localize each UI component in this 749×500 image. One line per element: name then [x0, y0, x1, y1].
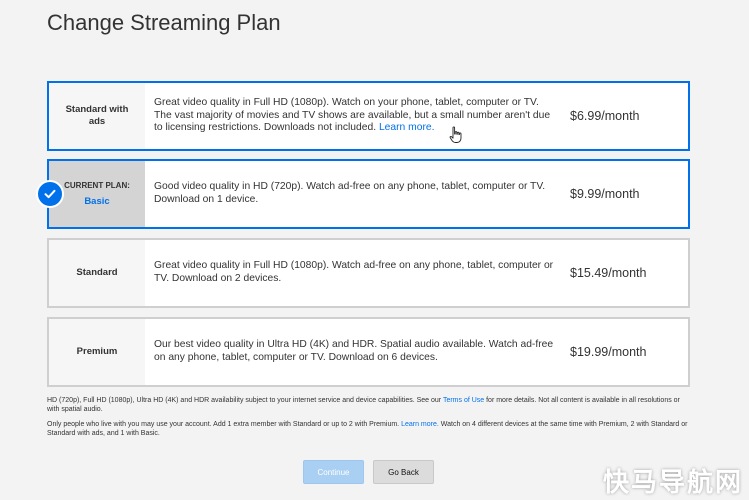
plan-description: Our best video quality in Ultra HD (4K) …: [145, 319, 570, 385]
household-learn-more-link[interactable]: Learn more.: [401, 421, 439, 428]
plan-description-text: Our best video quality in Ultra HD (4K) …: [154, 339, 554, 363]
plan-standard-with-ads[interactable]: Standard with ads Great video quality in…: [47, 81, 690, 151]
watermark-logo: 快马导航网: [602, 468, 743, 498]
plan-description-text: Great video quality in Full HD (1080p). …: [154, 260, 554, 284]
learn-more-link[interactable]: Learn more.: [379, 122, 435, 133]
go-back-button[interactable]: Go Back: [373, 460, 434, 484]
plan-premium[interactable]: Premium Our best video quality in Ultra …: [47, 317, 690, 387]
plan-price: $6.99/month: [570, 109, 640, 123]
plan-name: Standard: [49, 240, 145, 306]
household-note: Only people who live with you may use yo…: [47, 421, 688, 438]
hand-cursor-icon: [449, 126, 463, 149]
plan-name-label: Standard: [76, 267, 118, 278]
plan-name: Standard with ads: [49, 83, 145, 149]
plan-description: Great video quality in Full HD (1080p). …: [145, 83, 570, 149]
plan-description-text: Good video quality in HD (720p). Watch a…: [154, 181, 546, 205]
plan-price: $9.99/month: [570, 187, 640, 201]
plan-name-label: Premium: [76, 346, 118, 357]
plan-name-label: Basic: [84, 196, 110, 207]
plan-basic[interactable]: CURRENT PLAN: Basic Good video quality i…: [47, 159, 690, 229]
plan-price: $15.49/month: [570, 266, 647, 280]
current-plan-check-icon: [36, 180, 64, 208]
resolution-note: HD (720p), Full HD (1080p), Ultra HD (4K…: [47, 397, 680, 414]
plan-name-label: Standard with ads: [65, 104, 129, 127]
current-plan-label: CURRENT PLAN:: [64, 181, 130, 190]
plan-description: Great video quality in Full HD (1080p). …: [145, 240, 570, 306]
plan-price: $19.99/month: [570, 345, 647, 359]
plan-name: Premium: [49, 319, 145, 385]
continue-button[interactable]: Continue: [303, 460, 364, 484]
plan-standard[interactable]: Standard Great video quality in Full HD …: [47, 238, 690, 308]
plan-description: Good video quality in HD (720p). Watch a…: [145, 161, 570, 227]
terms-of-use-link[interactable]: Terms of Use: [443, 397, 484, 404]
plan-description-text: Great video quality in Full HD (1080p). …: [154, 97, 551, 134]
page-title: Change Streaming Plan: [47, 10, 281, 35]
